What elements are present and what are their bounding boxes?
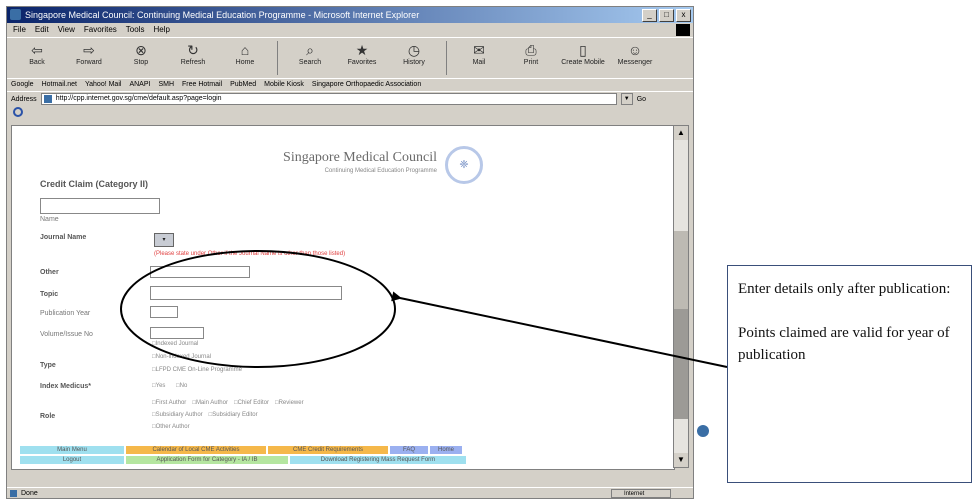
callout-line-2: Points claimed are valid for year of pub… xyxy=(738,325,950,363)
highlight-ellipse xyxy=(120,250,396,368)
annotation-callout: Enter details only after publication: Po… xyxy=(727,265,972,483)
callout-line-1: Enter details only after publication: xyxy=(738,281,951,297)
callout-arrow xyxy=(391,291,728,368)
